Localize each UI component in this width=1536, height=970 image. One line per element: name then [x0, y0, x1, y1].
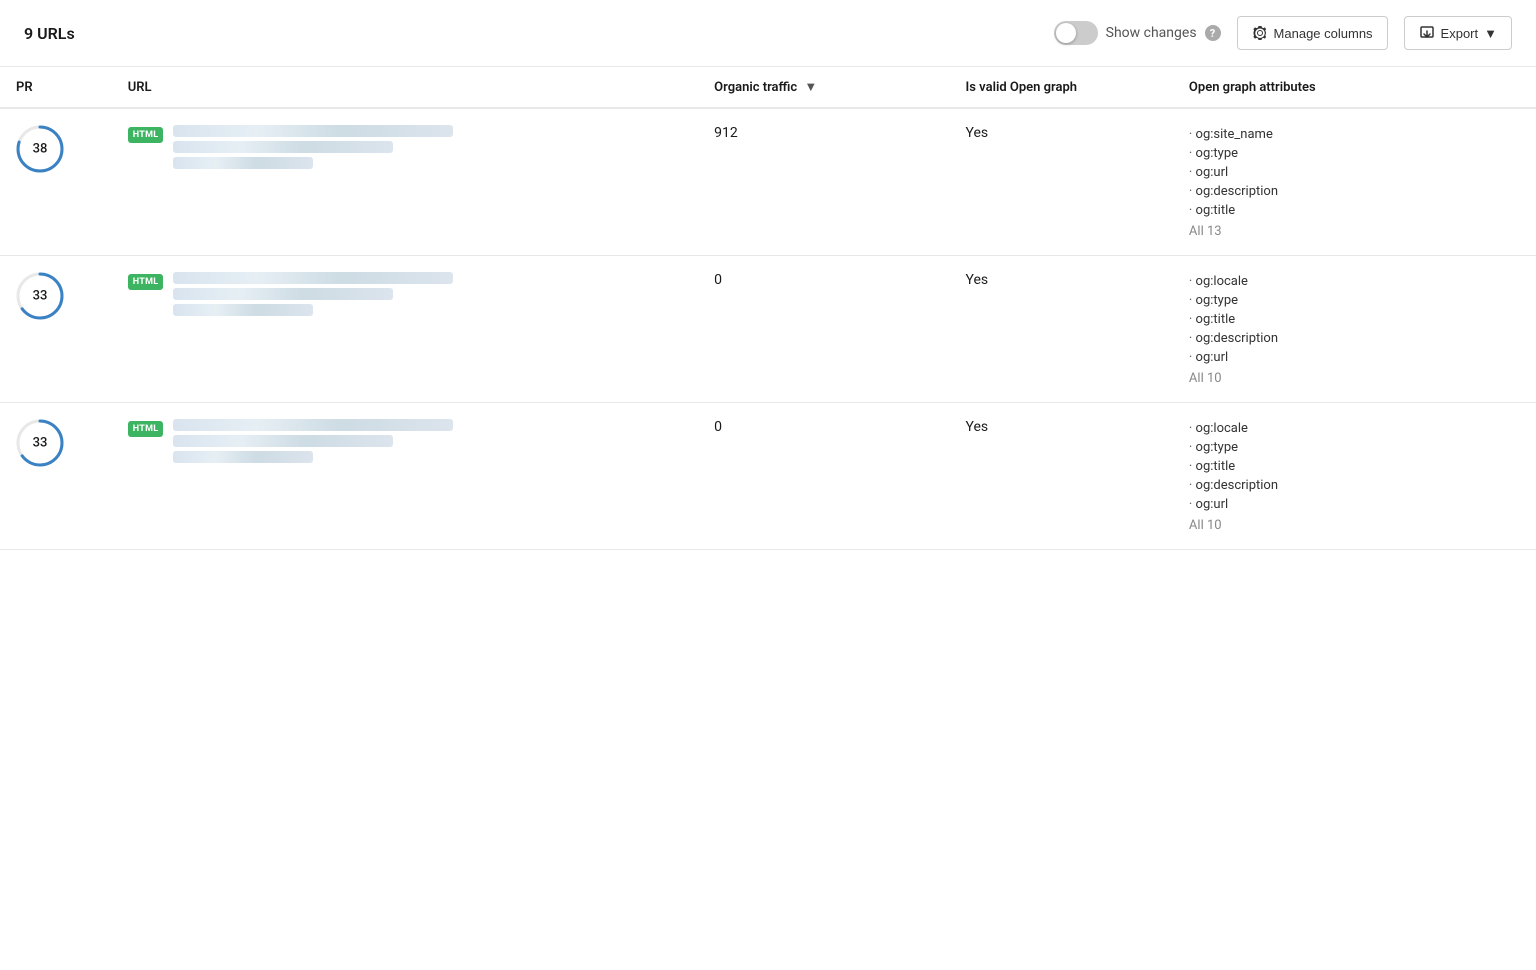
list-item: og:type [1189, 438, 1520, 457]
og-attributes-cell: og:localeog:typeog:titleog:descriptionog… [1173, 403, 1536, 550]
url-cell: HTML [112, 403, 698, 550]
url-count: 9 URLs [24, 24, 75, 43]
col-header-pr: PR [0, 67, 112, 108]
pr-cell: 38 [0, 108, 112, 256]
data-table: PR URL Organic traffic ▼ Is valid Open g… [0, 67, 1536, 550]
html-badge: HTML [128, 274, 164, 290]
export-icon [1419, 25, 1435, 41]
blur-line [173, 288, 393, 300]
blur-line [173, 435, 393, 447]
url-blur-block [173, 272, 453, 316]
all-count: All 10 [1189, 371, 1520, 386]
list-item: og:url [1189, 163, 1520, 182]
pr-value: 33 [33, 436, 48, 451]
url-blur-block [173, 125, 453, 169]
list-item: og:site_name [1189, 125, 1520, 144]
list-item: og:url [1189, 348, 1520, 367]
og-valid-cell: Yes [950, 256, 1173, 403]
list-item: og:title [1189, 310, 1520, 329]
list-item: og:description [1189, 329, 1520, 348]
table-row: 33 HTML 0Yesog:localeog:typeog:titleog:d… [0, 256, 1536, 403]
list-item: og:title [1189, 201, 1520, 220]
html-badge: HTML [128, 127, 164, 143]
data-table-container: PR URL Organic traffic ▼ Is valid Open g… [0, 67, 1536, 550]
attributes-list: og:localeog:typeog:titleog:descriptionog… [1189, 419, 1520, 514]
html-badge: HTML [128, 421, 164, 437]
list-item: og:url [1189, 495, 1520, 514]
blur-line [173, 157, 313, 169]
blur-line [173, 304, 313, 316]
list-item: og:type [1189, 291, 1520, 310]
help-icon[interactable]: ? [1205, 25, 1221, 41]
all-count: All 13 [1189, 224, 1520, 239]
list-item: og:description [1189, 182, 1520, 201]
col-header-traffic[interactable]: Organic traffic ▼ [698, 67, 949, 108]
list-item: og:locale [1189, 419, 1520, 438]
gear-icon [1252, 25, 1268, 41]
url-cell: HTML [112, 256, 698, 403]
blur-line [173, 125, 453, 137]
manage-columns-label: Manage columns [1274, 26, 1373, 41]
top-bar-actions: Show changes ? Manage columns Export ▼ [1054, 16, 1512, 50]
pr-ring: 33 [16, 272, 64, 320]
url-cell: HTML [112, 108, 698, 256]
pr-value: 33 [33, 289, 48, 304]
og-attributes-cell: og:localeog:typeog:titleog:descriptionog… [1173, 256, 1536, 403]
sort-arrow-traffic: ▼ [804, 79, 817, 95]
list-item: og:type [1189, 144, 1520, 163]
table-row: 38 HTML 912Yesog:site_nameog:typeog:urlo… [0, 108, 1536, 256]
traffic-cell: 0 [698, 403, 949, 550]
show-changes-wrapper: Show changes ? [1054, 21, 1221, 45]
pr-ring: 38 [16, 125, 64, 173]
og-valid-cell: Yes [950, 108, 1173, 256]
og-valid-cell: Yes [950, 403, 1173, 550]
list-item: og:description [1189, 476, 1520, 495]
manage-columns-button[interactable]: Manage columns [1237, 16, 1388, 50]
pr-cell: 33 [0, 403, 112, 550]
all-count: All 10 [1189, 518, 1520, 533]
export-button[interactable]: Export ▼ [1404, 16, 1512, 50]
blur-line [173, 141, 393, 153]
pr-value: 38 [33, 142, 48, 157]
col-header-attributes: Open graph attributes [1173, 67, 1536, 108]
og-attributes-cell: og:site_nameog:typeog:urlog:descriptiono… [1173, 108, 1536, 256]
list-item: og:title [1189, 457, 1520, 476]
col-header-url: URL [112, 67, 698, 108]
url-inner: HTML [128, 272, 682, 316]
list-item: og:locale [1189, 272, 1520, 291]
traffic-cell: 912 [698, 108, 949, 256]
show-changes-label: Show changes [1106, 25, 1197, 41]
col-header-opengraph: Is valid Open graph [950, 67, 1173, 108]
show-changes-toggle[interactable] [1054, 21, 1098, 45]
table-row: 33 HTML 0Yesog:localeog:typeog:titleog:d… [0, 403, 1536, 550]
blur-line [173, 419, 453, 431]
pr-ring: 33 [16, 419, 64, 467]
blur-line [173, 272, 453, 284]
url-blur-block [173, 419, 453, 463]
url-inner: HTML [128, 125, 682, 169]
top-bar: 9 URLs Show changes ? Manage columns Exp… [0, 0, 1536, 67]
export-label: Export [1441, 26, 1479, 41]
export-chevron: ▼ [1484, 26, 1497, 41]
pr-cell: 33 [0, 256, 112, 403]
attributes-list: og:localeog:typeog:titleog:descriptionog… [1189, 272, 1520, 367]
blur-line [173, 451, 313, 463]
attributes-list: og:site_nameog:typeog:urlog:descriptiono… [1189, 125, 1520, 220]
traffic-cell: 0 [698, 256, 949, 403]
url-inner: HTML [128, 419, 682, 463]
